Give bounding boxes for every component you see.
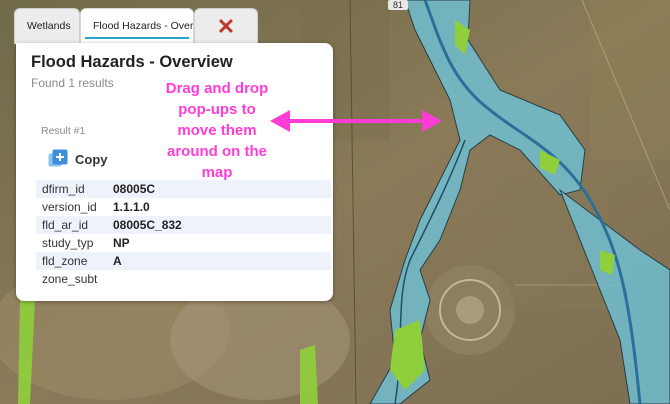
tab-flood-hazards-overview[interactable]: Flood Hazards - Overview [80, 8, 194, 44]
results-count: Found 1 results [31, 76, 114, 90]
annotation-line: Drag and drop [165, 80, 269, 97]
table-row: fld_zone A [36, 252, 331, 270]
popup-title: Flood Hazards - Overview [31, 53, 233, 71]
attribute-table: dfirm_id 08005C version_id 1.1.1.0 fld_a… [36, 180, 331, 288]
active-tab-indicator [85, 37, 189, 39]
attr-value: NP [113, 236, 130, 250]
attr-value [107, 270, 331, 288]
table-row: zone_subt [36, 270, 331, 288]
tab-wetlands[interactable]: Wetlands [14, 8, 80, 44]
road-label: 81 [388, 0, 408, 10]
annotation-line: move them [177, 122, 257, 139]
close-icon: ✕ [216, 14, 236, 39]
double-arrow-icon [270, 110, 442, 132]
attr-key: study_typ [42, 236, 94, 250]
table-row: fld_ar_id 08005C_832 [36, 216, 331, 234]
result-label: Result #1 [41, 125, 86, 137]
copy-icon [48, 149, 68, 167]
attr-value: A [107, 252, 331, 270]
attr-key: zone_subt [42, 272, 98, 286]
attr-key: dfirm_id [36, 180, 107, 198]
drag-hint-annotation: Drag and drop pop-ups to move them aroun… [152, 78, 282, 183]
attr-value: 1.1.1.0 [113, 200, 150, 214]
attr-key: version_id [42, 200, 97, 214]
annotation-line: pop-ups to [178, 101, 256, 118]
attr-value: 08005C_832 [107, 216, 331, 234]
tab-flood-label: Flood Hazards - Overview [93, 20, 194, 32]
table-row: version_id 1.1.1.0 [36, 198, 331, 216]
copy-label: Copy [75, 151, 108, 167]
annotation-line: around on the [167, 143, 267, 160]
table-row: study_typ NP [36, 234, 331, 252]
close-popup-button[interactable]: ✕ [194, 8, 258, 44]
annotation-line: map [201, 164, 233, 181]
attr-key: fld_ar_id [36, 216, 107, 234]
copy-button[interactable]: Copy [48, 147, 108, 171]
attr-key: fld_zone [36, 252, 107, 270]
